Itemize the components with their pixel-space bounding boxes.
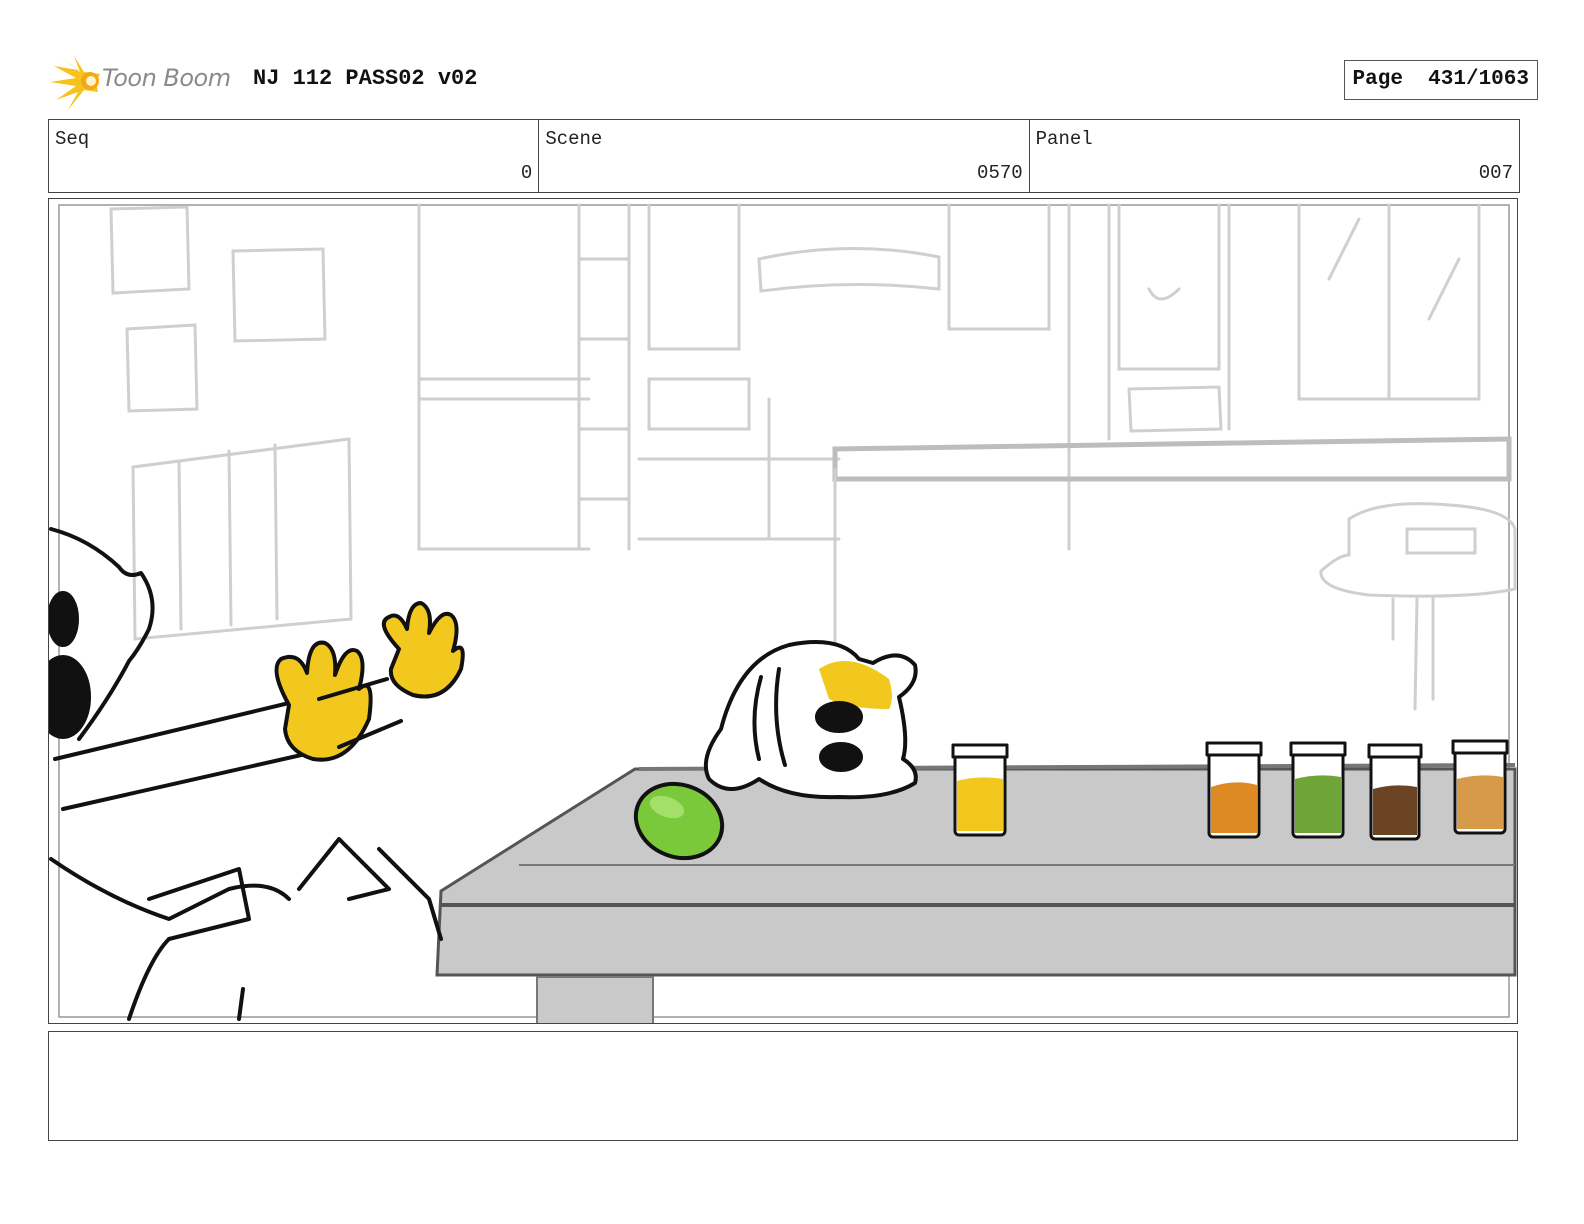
page-label: Page [1352, 68, 1403, 91]
panel-cell: Panel 007 [1030, 120, 1519, 192]
panel-sketch [49, 203, 1517, 1023]
sun-burst-icon [50, 54, 100, 110]
scene-label: Scene [545, 128, 603, 150]
jar-green [1289, 741, 1347, 839]
creature [704, 640, 918, 800]
panel-info-row: Seq 0 Scene 0570 Panel 007 [48, 119, 1520, 193]
scene-cell: Scene 0570 [539, 120, 1030, 192]
left-character [49, 527, 465, 1021]
notes-box [48, 1031, 1518, 1141]
jar-yellow [951, 743, 1009, 837]
storyboard-header: Toon Boom NJ 112 PASS02 v02 Page 431/106… [48, 48, 1538, 114]
jar-orange [1205, 741, 1263, 839]
panel-value: 007 [1478, 162, 1513, 184]
toon-boom-logo: Toon Boom [48, 48, 238, 114]
page-number: 431/1063 [1428, 68, 1529, 91]
storyboard-panel [48, 198, 1518, 1024]
seq-label: Seq [55, 128, 90, 150]
jar-tan [1451, 739, 1509, 835]
panel-label: Panel [1035, 128, 1093, 150]
document-title: NJ 112 PASS02 v02 [253, 66, 478, 91]
seq-cell: Seq 0 [49, 120, 540, 192]
jar-brown [1367, 743, 1423, 841]
scene-value: 0570 [977, 162, 1023, 184]
page-indicator: Page 431/1063 [1343, 60, 1538, 100]
seq-value: 0 [520, 162, 533, 184]
logo-wordmark: Toon Boom [102, 64, 231, 92]
